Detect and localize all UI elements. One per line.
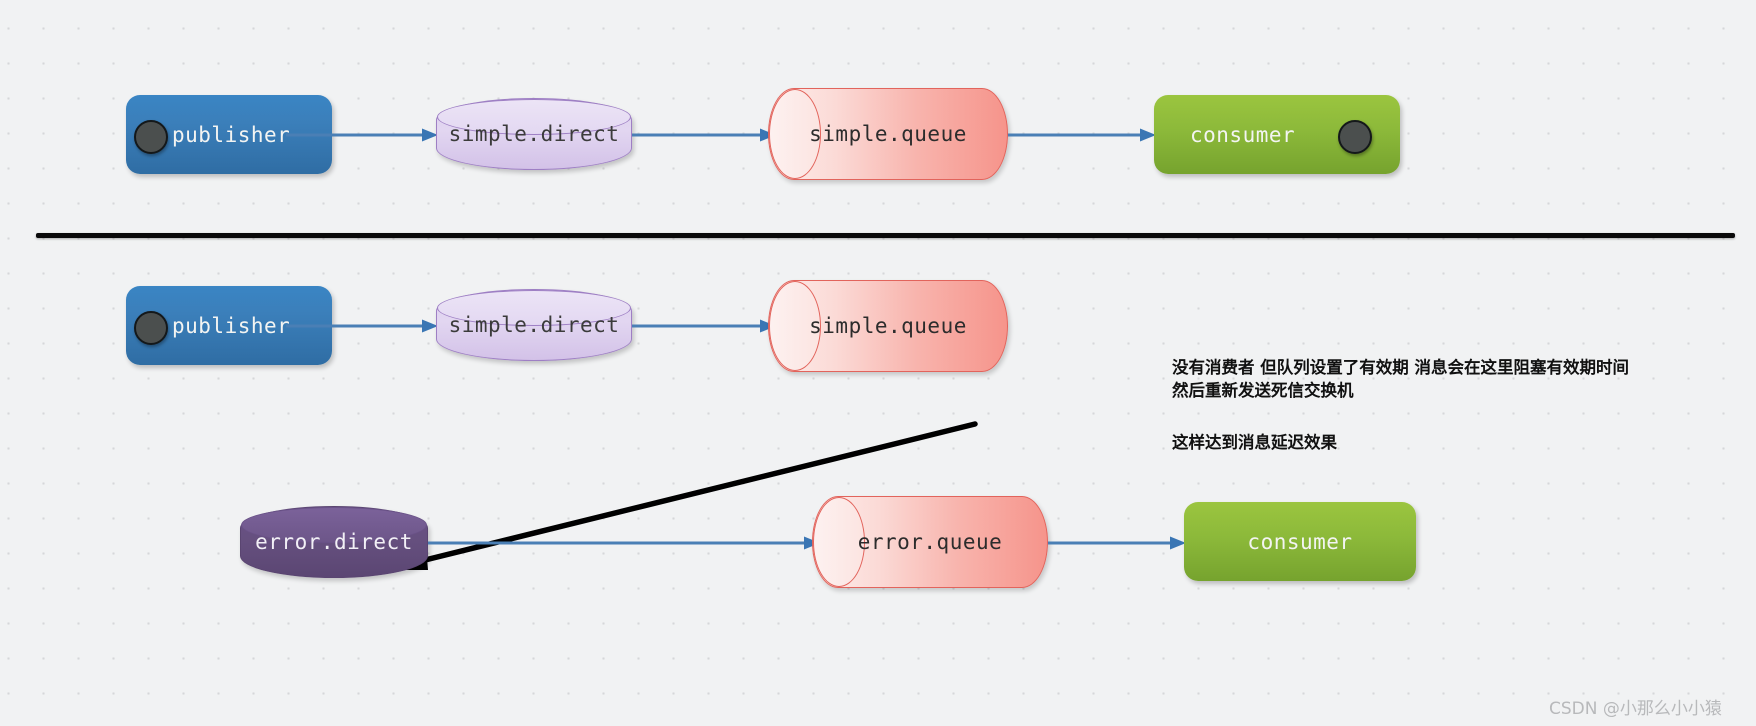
edge-exchange-to-queue-bottom [632,319,776,333]
node-consumer-top-label: consumer [1190,122,1296,147]
publisher-port-dot-bottom [134,311,168,345]
annotation-delay-note-line1: 这样达到消息延迟效果 [1172,433,1337,452]
node-queue-simple-queue-top-label: simple.queue [809,122,967,146]
node-consumer-bottom-label: consumer [1247,529,1353,554]
node-exchange-simple-direct-top-label: simple.direct [448,122,620,146]
node-exchange-error-direct[interactable]: error.direct [240,506,428,578]
edge-dead-queue-to-consumer [1048,536,1186,550]
publisher-port-dot-top [134,120,168,154]
edge-queue-to-consumer-top [1008,128,1156,142]
node-consumer-bottom[interactable]: consumer [1184,502,1416,581]
section-divider [36,233,1735,238]
watermark: CSDN @小那么小小猿 [1549,699,1722,719]
annotation-ttl-note-line2: 然后重新发送死信交换机 [1172,380,1354,400]
edge-exchange-to-queue-top [632,128,776,142]
node-queue-simple-queue-bottom[interactable]: simple.queue [768,280,1008,372]
node-publisher-bottom-label: publisher [172,313,291,338]
node-consumer-top[interactable]: consumer [1154,95,1400,174]
node-exchange-simple-direct-top[interactable]: simple.direct [436,98,632,170]
node-publisher-top[interactable]: publisher [126,95,332,174]
node-publisher-bottom[interactable]: publisher [126,286,332,365]
diagram-canvas: publisher simple.direct simple.queue con… [0,0,1756,726]
node-queue-simple-queue-bottom-label: simple.queue [809,314,967,338]
node-queue-error-queue-label: error.queue [857,530,1003,554]
node-publisher-top-label: publisher [172,122,291,147]
consumer-port-dot-top [1338,120,1372,154]
node-queue-error-queue[interactable]: error.queue [812,496,1048,588]
node-exchange-simple-direct-bottom[interactable]: simple.direct [436,289,632,361]
node-exchange-error-direct-label: error.direct [255,530,413,554]
annotation-ttl-note: 没有消费者 但队列设置了有效期 消息会在这里阻塞有效期时间 然后重新发送死信交换… [1172,357,1629,403]
node-exchange-simple-direct-bottom-label: simple.direct [448,313,620,337]
annotation-delay-note: 这样达到消息延迟效果 [1172,432,1337,455]
edge-dead-exchange-to-dead-queue [428,536,820,550]
node-queue-simple-queue-top[interactable]: simple.queue [768,88,1008,180]
annotation-ttl-note-line1: 没有消费者 但队列设置了有效期 消息会在这里阻塞有效期时间 [1172,358,1629,377]
